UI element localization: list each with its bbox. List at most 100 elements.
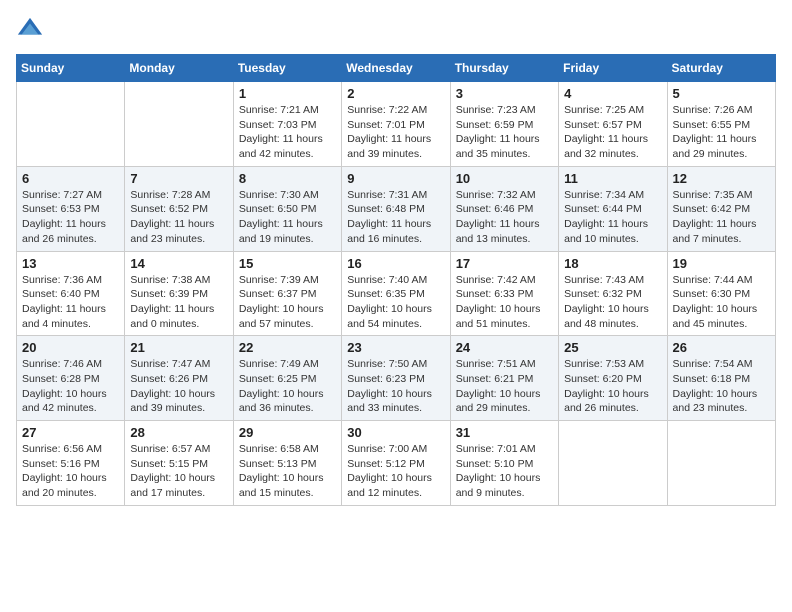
calendar-cell	[559, 421, 667, 506]
calendar-cell: 25 Sunrise: 7:53 AM Sunset: 6:20 PM Dayli…	[559, 336, 667, 421]
calendar-header-thursday: Thursday	[450, 55, 558, 82]
day-info: Sunrise: 7:43 AM Sunset: 6:32 PM Dayligh…	[564, 273, 661, 332]
day-number: 8	[239, 171, 336, 186]
logo	[16, 16, 48, 44]
day-info: Sunrise: 6:58 AM Sunset: 5:13 PM Dayligh…	[239, 442, 336, 501]
day-info: Sunrise: 7:32 AM Sunset: 6:46 PM Dayligh…	[456, 188, 553, 247]
day-number: 18	[564, 256, 661, 271]
day-number: 12	[673, 171, 770, 186]
day-info: Sunrise: 7:23 AM Sunset: 6:59 PM Dayligh…	[456, 103, 553, 162]
calendar-cell: 31 Sunrise: 7:01 AM Sunset: 5:10 PM Dayli…	[450, 421, 558, 506]
day-number: 31	[456, 425, 553, 440]
calendar-cell: 1 Sunrise: 7:21 AM Sunset: 7:03 PM Daylig…	[233, 82, 341, 167]
day-info: Sunrise: 7:47 AM Sunset: 6:26 PM Dayligh…	[130, 357, 227, 416]
day-number: 27	[22, 425, 119, 440]
day-info: Sunrise: 7:49 AM Sunset: 6:25 PM Dayligh…	[239, 357, 336, 416]
day-info: Sunrise: 7:44 AM Sunset: 6:30 PM Dayligh…	[673, 273, 770, 332]
calendar-header-sunday: Sunday	[17, 55, 125, 82]
logo-icon	[16, 16, 44, 44]
calendar-cell: 7Sunrise: 7:28 AM Sunset: 6:52 PM Daylig…	[125, 166, 233, 251]
calendar-cell	[667, 421, 775, 506]
day-info: Sunrise: 7:27 AM Sunset: 6:53 PM Dayligh…	[22, 188, 119, 247]
calendar-cell: 12 Sunrise: 7:35 AM Sunset: 6:42 PM Dayli…	[667, 166, 775, 251]
day-info: Sunrise: 6:57 AM Sunset: 5:15 PM Dayligh…	[130, 442, 227, 501]
day-number: 2	[347, 86, 444, 101]
day-info: Sunrise: 7:40 AM Sunset: 6:35 PM Dayligh…	[347, 273, 444, 332]
day-info: Sunrise: 7:53 AM Sunset: 6:20 PM Dayligh…	[564, 357, 661, 416]
day-info: Sunrise: 7:26 AM Sunset: 6:55 PM Dayligh…	[673, 103, 770, 162]
day-number: 23	[347, 340, 444, 355]
day-number: 28	[130, 425, 227, 440]
calendar-week-row: 1 Sunrise: 7:21 AM Sunset: 7:03 PM Daylig…	[17, 82, 776, 167]
calendar-cell: 14Sunrise: 7:38 AM Sunset: 6:39 PM Dayli…	[125, 251, 233, 336]
day-number: 7	[130, 171, 227, 186]
calendar-header-friday: Friday	[559, 55, 667, 82]
calendar-cell: 16 Sunrise: 7:40 AM Sunset: 6:35 PM Dayli…	[342, 251, 450, 336]
calendar-cell: 19 Sunrise: 7:44 AM Sunset: 6:30 PM Dayli…	[667, 251, 775, 336]
calendar-week-row: 13 Sunrise: 7:36 AM Sunset: 6:40 PM Dayli…	[17, 251, 776, 336]
day-info: Sunrise: 7:34 AM Sunset: 6:44 PM Dayligh…	[564, 188, 661, 247]
day-info: Sunrise: 7:22 AM Sunset: 7:01 PM Dayligh…	[347, 103, 444, 162]
day-number: 24	[456, 340, 553, 355]
day-info: Sunrise: 7:38 AM Sunset: 6:39 PM Dayligh…	[130, 273, 227, 332]
day-info: Sunrise: 7:51 AM Sunset: 6:21 PM Dayligh…	[456, 357, 553, 416]
calendar-table: SundayMondayTuesdayWednesdayThursdayFrid…	[16, 54, 776, 506]
day-number: 11	[564, 171, 661, 186]
day-number: 5	[673, 86, 770, 101]
day-number: 25	[564, 340, 661, 355]
day-info: Sunrise: 7:21 AM Sunset: 7:03 PM Dayligh…	[239, 103, 336, 162]
day-number: 15	[239, 256, 336, 271]
day-info: Sunrise: 6:56 AM Sunset: 5:16 PM Dayligh…	[22, 442, 119, 501]
day-number: 20	[22, 340, 119, 355]
day-info: Sunrise: 7:36 AM Sunset: 6:40 PM Dayligh…	[22, 273, 119, 332]
calendar-cell: 22 Sunrise: 7:49 AM Sunset: 6:25 PM Dayli…	[233, 336, 341, 421]
day-number: 29	[239, 425, 336, 440]
calendar-cell: 11 Sunrise: 7:34 AM Sunset: 6:44 PM Dayli…	[559, 166, 667, 251]
calendar-cell: 24 Sunrise: 7:51 AM Sunset: 6:21 PM Dayli…	[450, 336, 558, 421]
day-info: Sunrise: 7:35 AM Sunset: 6:42 PM Dayligh…	[673, 188, 770, 247]
calendar-cell: 30Sunrise: 7:00 AM Sunset: 5:12 PM Dayli…	[342, 421, 450, 506]
day-number: 9	[347, 171, 444, 186]
calendar-header-saturday: Saturday	[667, 55, 775, 82]
calendar-cell: 27 Sunrise: 6:56 AM Sunset: 5:16 PM Dayli…	[17, 421, 125, 506]
calendar-cell: 13 Sunrise: 7:36 AM Sunset: 6:40 PM Dayli…	[17, 251, 125, 336]
calendar-header-tuesday: Tuesday	[233, 55, 341, 82]
calendar-cell: 9 Sunrise: 7:31 AM Sunset: 6:48 PM Daylig…	[342, 166, 450, 251]
calendar-cell: 4 Sunrise: 7:25 AM Sunset: 6:57 PM Daylig…	[559, 82, 667, 167]
calendar-cell: 28 Sunrise: 6:57 AM Sunset: 5:15 PM Dayli…	[125, 421, 233, 506]
day-number: 22	[239, 340, 336, 355]
calendar-cell: 8Sunrise: 7:30 AM Sunset: 6:50 PM Daylig…	[233, 166, 341, 251]
day-info: Sunrise: 7:25 AM Sunset: 6:57 PM Dayligh…	[564, 103, 661, 162]
day-info: Sunrise: 7:00 AM Sunset: 5:12 PM Dayligh…	[347, 442, 444, 501]
calendar-cell: 5 Sunrise: 7:26 AM Sunset: 6:55 PM Daylig…	[667, 82, 775, 167]
day-number: 26	[673, 340, 770, 355]
calendar-week-row: 6 Sunrise: 7:27 AM Sunset: 6:53 PM Daylig…	[17, 166, 776, 251]
calendar-cell: 26 Sunrise: 7:54 AM Sunset: 6:18 PM Dayli…	[667, 336, 775, 421]
day-info: Sunrise: 7:54 AM Sunset: 6:18 PM Dayligh…	[673, 357, 770, 416]
calendar-cell: 17 Sunrise: 7:42 AM Sunset: 6:33 PM Dayli…	[450, 251, 558, 336]
day-number: 16	[347, 256, 444, 271]
calendar-header-row: SundayMondayTuesdayWednesdayThursdayFrid…	[17, 55, 776, 82]
day-number: 17	[456, 256, 553, 271]
calendar-cell: 20 Sunrise: 7:46 AM Sunset: 6:28 PM Dayli…	[17, 336, 125, 421]
calendar-cell: 10 Sunrise: 7:32 AM Sunset: 6:46 PM Dayli…	[450, 166, 558, 251]
day-number: 4	[564, 86, 661, 101]
day-number: 10	[456, 171, 553, 186]
calendar-cell: 6 Sunrise: 7:27 AM Sunset: 6:53 PM Daylig…	[17, 166, 125, 251]
calendar-cell: 18 Sunrise: 7:43 AM Sunset: 6:32 PM Dayli…	[559, 251, 667, 336]
day-number: 1	[239, 86, 336, 101]
calendar-header-wednesday: Wednesday	[342, 55, 450, 82]
calendar-cell	[125, 82, 233, 167]
calendar-week-row: 20 Sunrise: 7:46 AM Sunset: 6:28 PM Dayli…	[17, 336, 776, 421]
day-info: Sunrise: 7:46 AM Sunset: 6:28 PM Dayligh…	[22, 357, 119, 416]
calendar-week-row: 27 Sunrise: 6:56 AM Sunset: 5:16 PM Dayli…	[17, 421, 776, 506]
day-info: Sunrise: 7:42 AM Sunset: 6:33 PM Dayligh…	[456, 273, 553, 332]
day-number: 13	[22, 256, 119, 271]
day-info: Sunrise: 7:31 AM Sunset: 6:48 PM Dayligh…	[347, 188, 444, 247]
day-number: 19	[673, 256, 770, 271]
calendar-cell: 23Sunrise: 7:50 AM Sunset: 6:23 PM Dayli…	[342, 336, 450, 421]
calendar-cell: 3Sunrise: 7:23 AM Sunset: 6:59 PM Daylig…	[450, 82, 558, 167]
day-number: 6	[22, 171, 119, 186]
calendar-cell: 29 Sunrise: 6:58 AM Sunset: 5:13 PM Dayli…	[233, 421, 341, 506]
day-info: Sunrise: 7:01 AM Sunset: 5:10 PM Dayligh…	[456, 442, 553, 501]
